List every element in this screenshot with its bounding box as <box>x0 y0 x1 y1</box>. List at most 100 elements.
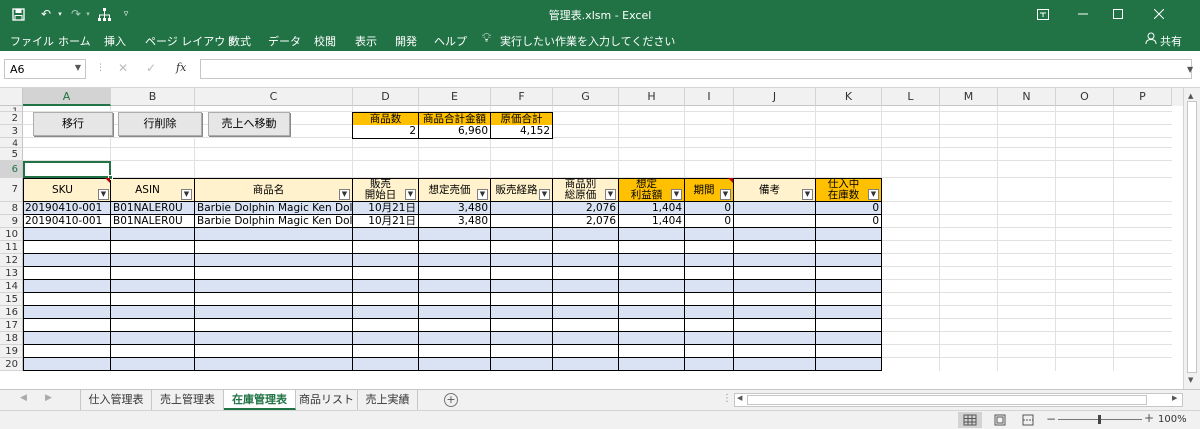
row-header-4[interactable]: 4 <box>0 138 23 148</box>
row-header-6[interactable]: 6 <box>0 161 23 178</box>
table-cell[interactable]: 1,404 <box>619 215 684 228</box>
formula-input[interactable] <box>200 59 1192 79</box>
ribbon-display-icon[interactable] <box>1035 5 1051 23</box>
delete-row-button[interactable]: 行削除 <box>118 112 202 136</box>
cancel-icon[interactable]: ✕ <box>118 61 128 75</box>
filter-dropdown-icon[interactable]: ▼ <box>671 189 682 200</box>
chevron-down-icon[interactable]: ▼ <box>75 63 81 72</box>
table-cell[interactable] <box>491 215 552 228</box>
row-header-11[interactable]: 11 <box>0 241 23 254</box>
table-cell[interactable]: 0 <box>816 202 881 215</box>
filter-dropdown-icon[interactable]: ▼ <box>181 189 192 200</box>
scroll-down-icon[interactable]: ▼ <box>1188 376 1193 384</box>
table-cell[interactable]: 3,480 <box>419 215 490 228</box>
select-all-corner[interactable] <box>0 88 23 106</box>
column-header-h[interactable]: H <box>619 88 685 106</box>
name-box[interactable]: A6 ▼ <box>4 59 86 79</box>
normal-view-icon[interactable] <box>958 412 982 428</box>
expand-formula-icon[interactable]: ▼ <box>1187 65 1193 74</box>
column-header-o[interactable]: O <box>1056 88 1114 106</box>
zoom-slider-thumb[interactable] <box>1098 415 1101 424</box>
tab-developer[interactable]: 開発 <box>395 33 417 49</box>
sheet-tab-products[interactable]: 商品リスト <box>296 390 358 410</box>
tell-me-box[interactable]: 実行したい作業を入力してください <box>500 33 675 49</box>
column-header-j[interactable]: J <box>734 88 816 106</box>
filter-dropdown-icon[interactable]: ▼ <box>868 189 879 200</box>
table-cell[interactable]: 20190410-001 <box>23 202 110 215</box>
row-header-5[interactable]: 5 <box>0 148 23 161</box>
tab-file[interactable]: ファイル <box>10 33 54 49</box>
zoom-out-icon[interactable]: − <box>1046 412 1056 426</box>
row-header-12[interactable]: 12 <box>0 254 23 267</box>
move-to-sales-button[interactable]: 売上へ移動 <box>208 112 290 136</box>
filter-dropdown-icon[interactable]: ▼ <box>539 189 550 200</box>
table-cell[interactable]: 0 <box>816 215 881 228</box>
tab-home[interactable]: ホーム <box>58 33 91 49</box>
column-header-a[interactable]: A <box>23 88 111 106</box>
scroll-up-icon[interactable]: ▲ <box>1188 92 1193 100</box>
table-cell[interactable]: 20190410-001 <box>23 215 110 228</box>
tab-scroll-left-icon[interactable]: ◀ <box>20 393 27 403</box>
table-cell[interactable]: 0 <box>685 215 733 228</box>
table-cell[interactable]: 2,076 <box>553 215 618 228</box>
column-header-k[interactable]: K <box>816 88 882 106</box>
maximize-icon[interactable] <box>1110 5 1126 23</box>
row-header-7[interactable]: 7 <box>0 178 23 202</box>
summary-value-cell[interactable]: 2 <box>352 125 419 139</box>
column-header-d[interactable]: D <box>353 88 419 106</box>
lightbulb-icon[interactable]: 💡︎ <box>482 31 491 46</box>
insert-function-icon[interactable]: fx <box>176 61 186 74</box>
column-header-l[interactable]: L <box>882 88 940 106</box>
row-header-15[interactable]: 15 <box>0 293 23 306</box>
filter-dropdown-icon[interactable]: ▼ <box>98 189 109 200</box>
row-header-17[interactable]: 17 <box>0 319 23 332</box>
page-break-view-icon[interactable] <box>1020 412 1036 429</box>
row-header-9[interactable]: 9 <box>0 215 23 228</box>
row-header-20[interactable]: 20 <box>0 358 23 371</box>
table-cell[interactable]: 3,480 <box>419 202 490 215</box>
column-header-c[interactable]: C <box>195 88 353 106</box>
table-cell[interactable]: Barbie Dolphin Magic Ken Doll <box>195 215 352 228</box>
filter-dropdown-icon[interactable]: ▼ <box>720 189 731 200</box>
row-header-2[interactable]: 2 <box>0 112 23 125</box>
vertical-scrollbar[interactable]: ▲ ▼ <box>1183 88 1200 389</box>
tab-formulas[interactable]: 数式 <box>229 33 251 49</box>
table-cell[interactable]: 2,076 <box>553 202 618 215</box>
row-header-18[interactable]: 18 <box>0 332 23 345</box>
table-cell[interactable]: B01NALER0U <box>111 202 194 215</box>
filter-dropdown-icon[interactable]: ▼ <box>339 189 350 200</box>
column-header-e[interactable]: E <box>419 88 491 106</box>
tab-review[interactable]: 校閲 <box>314 33 336 49</box>
share-button[interactable]: 共有 <box>1160 33 1182 49</box>
filter-dropdown-icon[interactable]: ▼ <box>802 189 813 200</box>
add-sheet-icon[interactable]: + <box>444 393 458 407</box>
row-header-3[interactable]: 3 <box>0 125 23 138</box>
sheet-tab-inventory[interactable]: 在庫管理表 <box>224 390 296 410</box>
scroll-left-icon[interactable]: ◀ <box>737 394 742 402</box>
minimize-icon[interactable] <box>1075 5 1091 23</box>
tab-page-layout[interactable]: ページ レイアウト <box>145 33 236 49</box>
h-scroll-thumb[interactable] <box>747 395 1147 405</box>
filter-dropdown-icon[interactable]: ▼ <box>477 189 488 200</box>
zoom-in-icon[interactable]: + <box>1144 411 1154 425</box>
cell-grid[interactable]: SKU ▼ ASIN ▼ 商品名 ▼ 販売 開始日 ▼ 想定売価 ▼ 販売経路 ▼ 商品別 総原価 ▼ 想定… <box>23 106 1183 389</box>
tab-data[interactable]: データ <box>268 33 301 49</box>
row-header-14[interactable]: 14 <box>0 280 23 293</box>
table-cell[interactable]: Barbie Dolphin Magic Ken Doll <box>195 202 352 215</box>
horizontal-scrollbar[interactable]: ◀ ▶ <box>734 393 1183 407</box>
selected-cell[interactable] <box>23 161 111 178</box>
page-layout-view-icon[interactable] <box>992 412 1008 429</box>
row-header-13[interactable]: 13 <box>0 267 23 280</box>
table-cell[interactable]: 10月21日 <box>353 215 418 228</box>
table-cell[interactable] <box>734 202 815 215</box>
tab-view[interactable]: 表示 <box>355 33 377 49</box>
column-header-b[interactable]: B <box>111 88 195 106</box>
column-header-g[interactable]: G <box>553 88 619 106</box>
row-header-8[interactable]: 8 <box>0 202 23 215</box>
row-header-16[interactable]: 16 <box>0 306 23 319</box>
table-cell[interactable]: 10月21日 <box>353 202 418 215</box>
tab-help[interactable]: ヘルプ <box>434 33 467 49</box>
filter-dropdown-icon[interactable]: ▼ <box>405 189 416 200</box>
row-header-19[interactable]: 19 <box>0 345 23 358</box>
sheet-tab-sales[interactable]: 売上管理表 <box>152 390 224 410</box>
